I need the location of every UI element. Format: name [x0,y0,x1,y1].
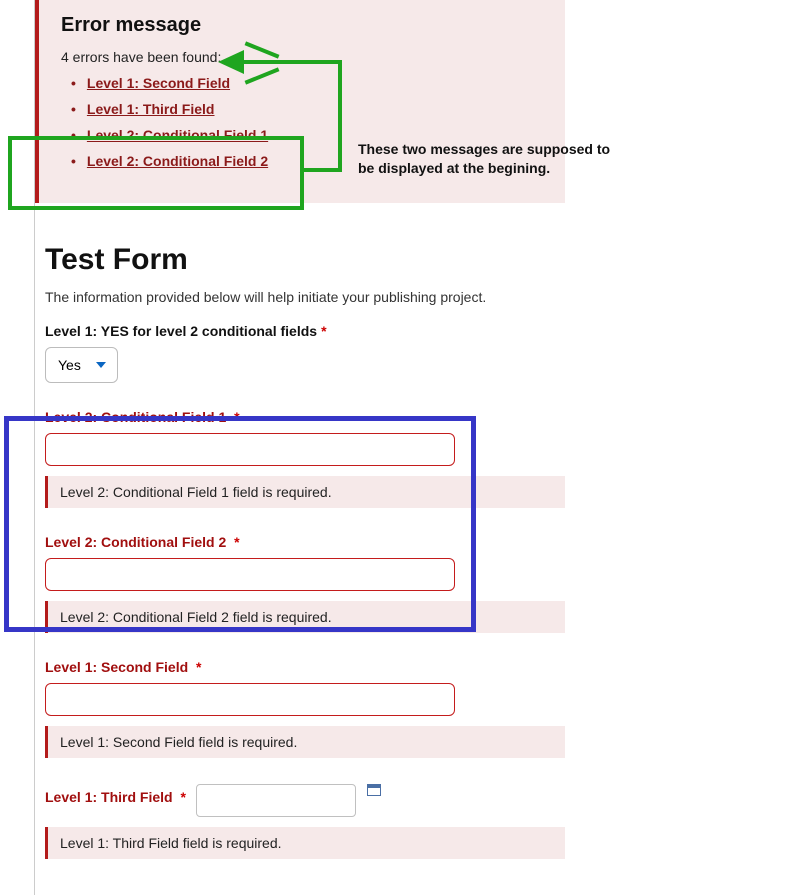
cond2-group: Level 2: Conditional Field 2 * Level 2: … [45,534,585,633]
third-group: Level 1: Third Field * Level 1: Third Fi… [45,784,585,859]
cond1-label: Level 2: Conditional Field 1 * [45,409,585,425]
cond2-input[interactable] [45,558,455,591]
form-intro: The information provided below will help… [45,289,585,305]
level1-toggle-group: Level 1: YES for level 2 conditional fie… [45,323,585,383]
error-link-cond2[interactable]: Level 2: Conditional Field 2 [87,153,268,169]
second-group: Level 1: Second Field * Level 1: Second … [45,659,585,758]
error-count: 4 errors have been found: [61,49,543,65]
error-link-third[interactable]: Level 1: Third Field [87,101,215,117]
bullet-icon: • [71,101,83,117]
error-link-cond1[interactable]: Level 2: Conditional Field 1 [87,127,268,143]
error-item: • Level 1: Third Field [71,101,543,117]
bullet-icon: • [71,127,83,143]
third-input[interactable] [196,784,356,817]
second-error: Level 1: Second Field field is required. [45,726,565,758]
calendar-icon[interactable] [367,784,381,796]
error-list: • Level 1: Second Field • Level 1: Third… [61,75,543,169]
second-label: Level 1: Second Field * [45,659,585,675]
form-title: Test Form [45,243,585,277]
error-item: • Level 2: Conditional Field 2 [71,153,543,169]
cond1-input[interactable] [45,433,455,466]
required-icon: * [230,409,239,425]
cond2-error: Level 2: Conditional Field 2 field is re… [45,601,565,633]
third-label: Level 1: Third Field * [45,789,186,805]
required-icon: * [192,659,201,675]
level1-toggle-select[interactable]: Yes [45,347,118,383]
cond1-error: Level 2: Conditional Field 1 field is re… [45,476,565,508]
bullet-icon: • [71,153,83,169]
error-link-second[interactable]: Level 1: Second Field [87,75,230,91]
cond1-group: Level 2: Conditional Field 1 * Level 2: … [45,409,585,508]
required-icon: * [177,789,186,805]
second-input[interactable] [45,683,455,716]
error-item: • Level 2: Conditional Field 1 [71,127,543,143]
error-summary-heading: Error message [61,14,543,37]
form-section: Test Form The information provided below… [35,203,595,895]
cond2-label: Level 2: Conditional Field 2 * [45,534,585,550]
level1-toggle-label: Level 1: YES for level 2 conditional fie… [45,323,585,339]
error-item: • Level 1: Second Field [71,75,543,91]
error-summary: Error message 4 errors have been found: … [35,0,565,203]
level1-toggle-select-wrap: Yes [45,347,118,383]
third-error: Level 1: Third Field field is required. [45,827,565,859]
required-icon: * [321,323,326,339]
required-icon: * [230,534,239,550]
bullet-icon: • [71,75,83,91]
